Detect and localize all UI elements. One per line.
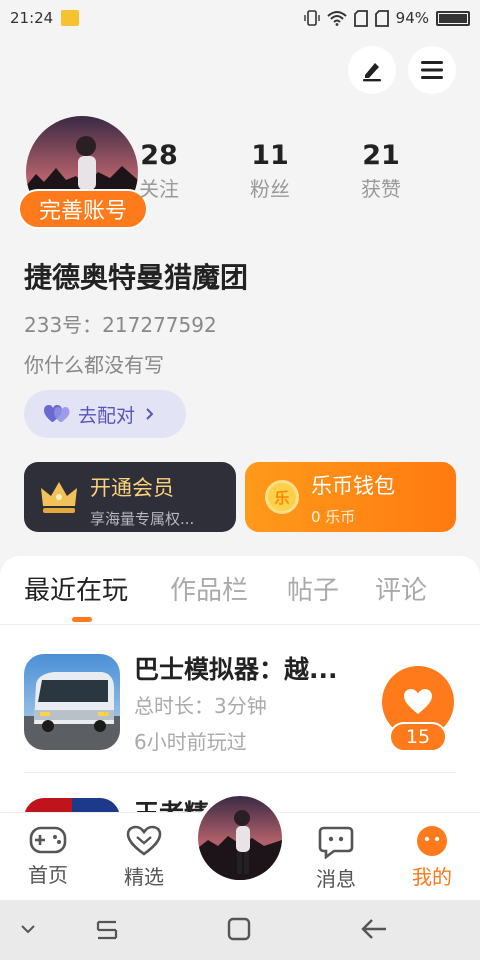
wifi-icon bbox=[326, 11, 347, 26]
nav-label: 精选 bbox=[124, 865, 164, 889]
nav-me[interactable]: 我的 bbox=[392, 825, 472, 890]
status-bar: 21:24 94% bbox=[0, 0, 480, 36]
hearts-icon bbox=[44, 405, 70, 422]
crown-icon bbox=[41, 482, 77, 513]
game-last-played: 6小时前玩过 bbox=[134, 730, 247, 754]
wallet-subtitle: 0 乐币 bbox=[311, 508, 356, 526]
notes-icon bbox=[61, 10, 80, 26]
divider bbox=[24, 772, 456, 773]
bus-icon bbox=[24, 654, 120, 750]
chevron-right-icon bbox=[146, 408, 154, 420]
nav-messages[interactable]: 消息 bbox=[296, 825, 376, 892]
stat-following[interactable]: 28 关注 bbox=[114, 140, 204, 202]
pair-button[interactable]: 去配对 bbox=[24, 390, 186, 438]
face-icon bbox=[417, 826, 447, 856]
gamepad-icon bbox=[29, 826, 67, 854]
vip-subtitle: 享海量专属权... bbox=[90, 510, 195, 528]
hamburger-icon bbox=[421, 61, 443, 79]
stat-followers[interactable]: 11 粉丝 bbox=[225, 140, 315, 202]
sim2-icon bbox=[374, 9, 389, 27]
stat-value: 21 bbox=[362, 140, 400, 171]
vip-title: 开通会员 bbox=[90, 476, 174, 500]
tab-recent[interactable]: 最近在玩 bbox=[24, 570, 128, 607]
center-avatar-button[interactable] bbox=[194, 792, 286, 884]
status-icons: 94% bbox=[303, 9, 470, 27]
like-count: 15 bbox=[389, 722, 447, 752]
chat-icon bbox=[318, 826, 354, 859]
stat-label: 获赞 bbox=[361, 177, 401, 201]
status-time: 21:24 bbox=[10, 9, 54, 27]
stat-label: 关注 bbox=[139, 177, 179, 201]
chevron-down-icon[interactable] bbox=[20, 924, 36, 934]
coin-icon: 乐 bbox=[265, 480, 299, 514]
sim1-icon bbox=[353, 9, 368, 27]
stat-likes[interactable]: 21 获赞 bbox=[336, 140, 426, 202]
tab-posts[interactable]: 帖子 bbox=[287, 570, 339, 607]
menu-button[interactable] bbox=[408, 46, 456, 94]
vibrate-icon bbox=[303, 10, 320, 26]
recent-apps-icon[interactable] bbox=[94, 916, 120, 944]
nav-label: 我的 bbox=[412, 865, 452, 889]
tab-bar: 最近在玩 作品栏 帖子 评论 bbox=[0, 570, 480, 624]
heart-outline-icon bbox=[126, 825, 162, 856]
nav-featured[interactable]: 精选 bbox=[104, 825, 184, 890]
tab-comments[interactable]: 评论 bbox=[375, 570, 427, 607]
pen-icon bbox=[363, 63, 381, 82]
tab-indicator bbox=[72, 617, 92, 622]
stat-value: 11 bbox=[251, 140, 289, 171]
profile-name: 捷德奥特曼猎魔团 bbox=[24, 261, 249, 294]
heart-icon bbox=[404, 689, 432, 714]
game-duration: 总时长：3分钟 bbox=[134, 694, 267, 718]
wallet-card[interactable]: 乐 乐币钱包 0 乐币 bbox=[245, 462, 456, 532]
back-icon[interactable] bbox=[360, 916, 388, 942]
battery-icon bbox=[436, 10, 470, 26]
nav-home[interactable]: 首页 bbox=[8, 825, 88, 888]
tab-works[interactable]: 作品栏 bbox=[170, 570, 248, 607]
battery-percent: 94% bbox=[395, 9, 429, 27]
nav-label: 消息 bbox=[316, 867, 356, 891]
vip-card[interactable]: 开通会员 享海量专属权... bbox=[24, 462, 236, 532]
nav-label: 首页 bbox=[28, 863, 68, 887]
stat-label: 粉丝 bbox=[250, 177, 290, 201]
game-title[interactable]: 巴士模拟器：越... bbox=[134, 650, 338, 686]
divider bbox=[0, 624, 480, 625]
avatar-image bbox=[198, 796, 282, 880]
pair-label: 去配对 bbox=[78, 404, 136, 427]
wallet-title: 乐币钱包 bbox=[311, 474, 395, 498]
profile-bio: 你什么都没有写 bbox=[24, 353, 164, 377]
edit-profile-button[interactable] bbox=[348, 46, 396, 94]
game-icon[interactable] bbox=[24, 654, 120, 750]
profile-id: 233号：217277592 bbox=[24, 313, 217, 337]
stat-value: 28 bbox=[140, 140, 178, 171]
home-icon[interactable] bbox=[226, 916, 252, 942]
system-nav-bar bbox=[0, 900, 480, 960]
